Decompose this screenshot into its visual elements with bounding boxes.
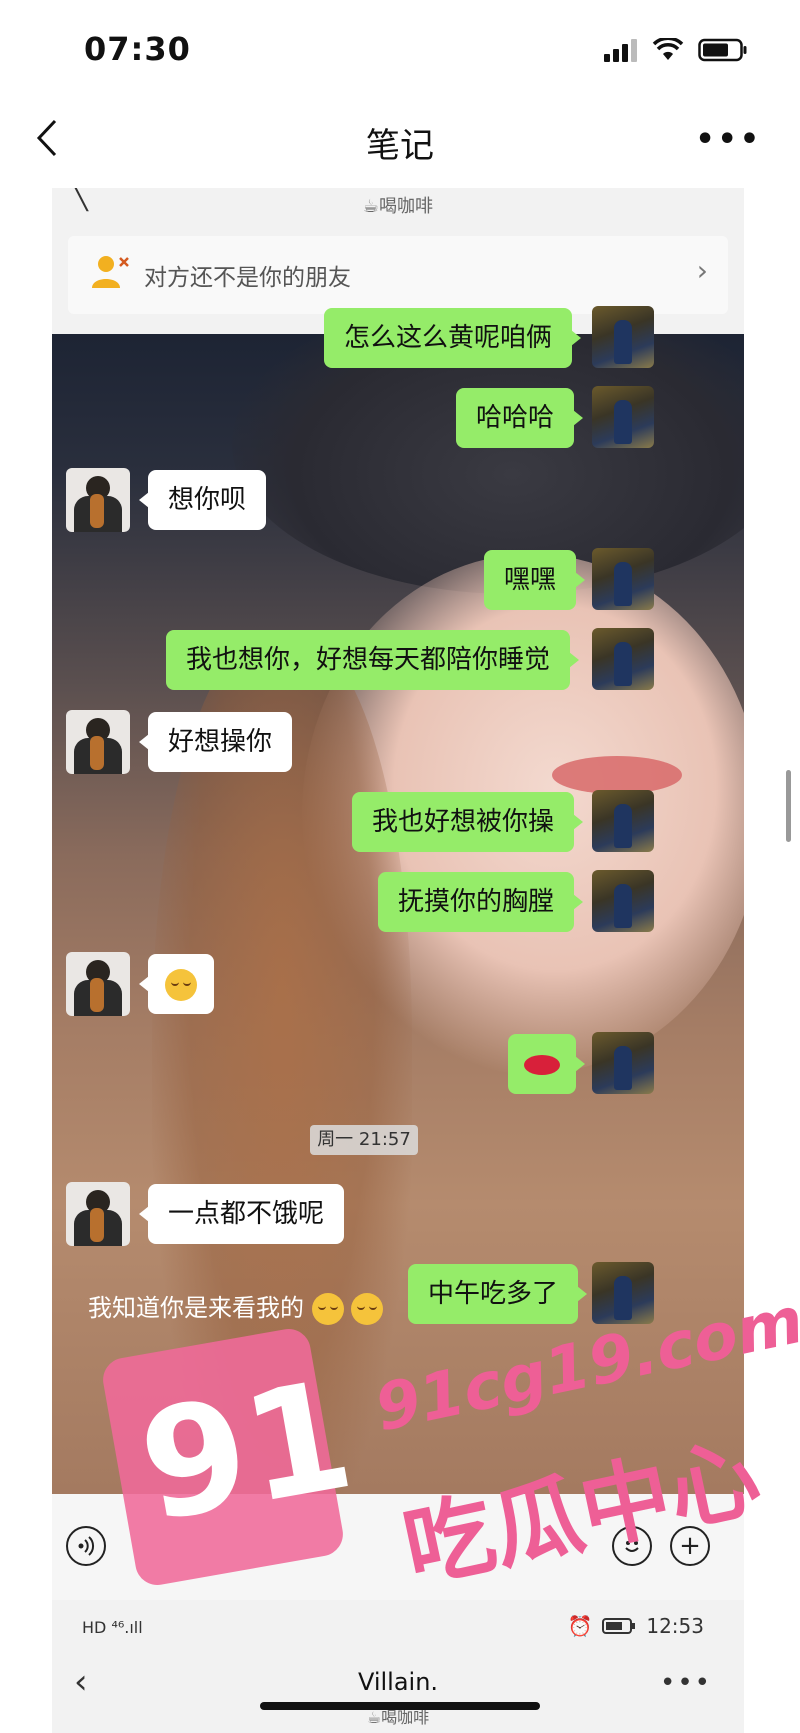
avatar-self[interactable] — [592, 1032, 654, 1094]
page-title: 笔记 — [366, 126, 434, 166]
avatar-self[interactable] — [592, 790, 654, 852]
embedded-subtitle: ☕喝咖啡 — [362, 196, 434, 217]
second-more-icon: ••• — [659, 1668, 712, 1698]
second-status-signal: HD ⁴⁶.ıll — [82, 1618, 143, 1637]
message-bubble[interactable]: 想你呗 — [138, 470, 267, 530]
message-bubble[interactable]: 嘿嘿 — [484, 550, 586, 610]
avatar-other[interactable] — [66, 710, 130, 774]
message-bubble[interactable]: 中午吃多了 — [408, 1264, 588, 1324]
avatar-other[interactable] — [66, 952, 130, 1016]
second-screenshot-header: HD ⁴⁶.ıll ⏰ 12:53 ‹ Villain. ••• ☕喝咖啡 — [52, 1600, 744, 1733]
overlay-caption: 我知道你是来看我的 — [88, 1288, 384, 1325]
wifi-icon — [652, 38, 684, 60]
message-bubble[interactable]: 我也好想被你操 — [352, 792, 584, 852]
message-bubble[interactable]: 抚摸你的胸膛 — [378, 872, 584, 932]
message-bubble[interactable]: 好想操你 — [138, 712, 293, 772]
second-status-right: ⏰ 12:53 — [567, 1614, 704, 1638]
message-bubble[interactable]: 怎么这么黄呢咱俩 — [324, 308, 582, 368]
home-indicator[interactable] — [260, 1702, 540, 1710]
signal-icon — [604, 39, 637, 62]
avatar-self[interactable] — [592, 870, 654, 932]
notice-text: 对方还不是你的朋友 — [144, 265, 351, 291]
more-button[interactable]: ••• — [695, 122, 762, 157]
lips-emoji-icon — [524, 1054, 560, 1075]
not-friend-notice[interactable]: 对方还不是你的朋友 › — [68, 236, 728, 314]
avatar-self[interactable] — [592, 628, 654, 690]
smirk-emoji-icon — [351, 1293, 384, 1325]
status-time: 07:30 — [84, 30, 191, 68]
second-chat-title: Villain. — [357, 1668, 439, 1696]
emoji-message-bubble[interactable] — [508, 1034, 585, 1094]
voice-icon[interactable] — [66, 1526, 106, 1566]
add-friend-icon — [92, 256, 129, 288]
second-status-time: 12:53 — [646, 1614, 704, 1638]
avatar-self[interactable] — [592, 548, 654, 610]
avatar-other[interactable] — [66, 1182, 130, 1246]
battery-icon — [602, 1618, 636, 1634]
message-bubble[interactable]: 哈哈哈 — [456, 388, 584, 448]
avatar-self[interactable] — [592, 306, 654, 368]
message-bubble[interactable]: 我也想你，好想每天都陪你睡觉 — [166, 630, 580, 690]
sleepy-face-emoji-icon — [165, 968, 197, 1001]
message-bubble[interactable]: 一点都不饿呢 — [138, 1184, 345, 1244]
avatar-self[interactable] — [592, 386, 654, 448]
emoji-message-bubble[interactable] — [139, 954, 214, 1014]
alarm-icon: ⏰ — [567, 1614, 593, 1638]
chevron-right-icon: › — [696, 254, 708, 287]
watermark-logo-number: 91 — [128, 1348, 365, 1556]
bg-lips-shape — [552, 756, 682, 794]
battery-icon — [698, 38, 747, 62]
message-timestamp: 周一 21:57 — [310, 1125, 418, 1155]
status-icons — [602, 38, 748, 62]
scrollbar[interactable] — [786, 770, 791, 842]
avatar-other[interactable] — [66, 468, 130, 532]
smirk-emoji-icon — [311, 1293, 344, 1325]
